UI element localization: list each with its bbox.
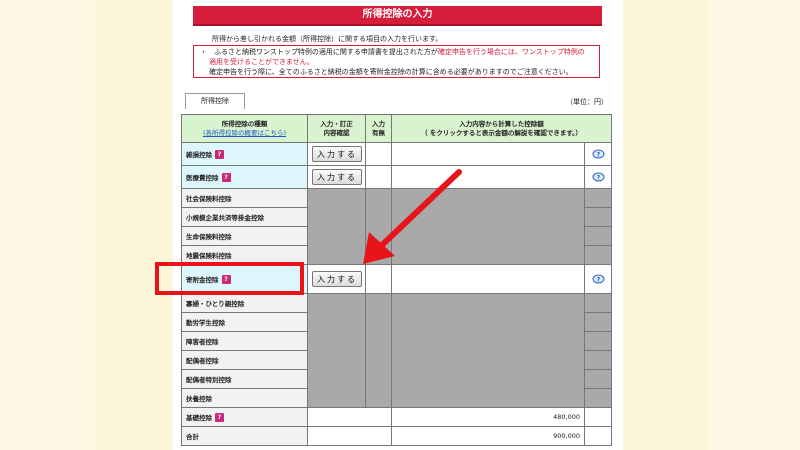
table-row: 寡婦・ひとり親控除 <box>181 293 612 408</box>
unit-label: （単位：円） <box>566 98 608 106</box>
table-row: 医療費控除? 入力する ? <box>181 165 612 189</box>
row-label: 勤労学生控除 <box>181 312 308 332</box>
header-type: 所得控除の種類 (各所得控除の概要はこちら) <box>181 114 308 143</box>
row-label: 合計 <box>181 426 308 446</box>
help-icon[interactable]: ? <box>221 173 231 183</box>
table-row: 雑損控除? 入力する ? <box>181 142 612 166</box>
table-row-total: 合計 900,000 <box>181 426 612 446</box>
tab-deductions[interactable]: 所得控除 <box>185 93 245 109</box>
input-button-donation[interactable]: 入力する <box>312 271 362 287</box>
deduction-overview-link[interactable]: (各所得控除の概要はこちら) <box>203 129 286 137</box>
row-label: 扶養控除 <box>181 388 308 408</box>
explanation-icon[interactable]: ? <box>592 149 605 159</box>
header-amount: 入力内容から計算した控除額 （ をクリックすると表示金額の解説を確認できます。） <box>391 114 612 143</box>
explanation-icon[interactable]: ? <box>592 274 605 284</box>
svg-text:?: ? <box>596 151 600 158</box>
row-label: 配偶者特別控除 <box>181 369 308 389</box>
header-input: 入力・訂正 内容確認 <box>307 114 366 143</box>
input-button-zasson[interactable]: 入力する <box>312 146 362 162</box>
row-label: 医療費控除? <box>181 165 308 189</box>
row-label: 社会保険料控除 <box>181 188 308 208</box>
help-icon[interactable]: ? <box>221 275 231 285</box>
explanation-icon[interactable]: ? <box>592 172 605 182</box>
page-title: 所得控除の入力 <box>193 6 602 26</box>
row-label: 生命保険料控除 <box>181 226 308 246</box>
notice-line1-red: 確定申告を行う場合には、ワンストップ特例の <box>437 48 585 56</box>
table-row-donation: 寄附金控除? 入力する ? <box>181 264 612 294</box>
basic-deduction-amount: 480,000 <box>391 407 585 427</box>
row-label: 基礎控除? <box>181 407 308 427</box>
row-label: 寄附金控除? <box>181 264 308 294</box>
right-margin <box>623 0 708 450</box>
row-label: 障害者控除 <box>181 331 308 351</box>
help-icon[interactable]: ? <box>215 150 224 160</box>
table-header-row: 所得控除の種類 (各所得控除の概要はこちら) 入力・訂正 内容確認 入力 有無 … <box>181 114 612 143</box>
row-label: 雑損控除? <box>181 142 308 166</box>
notice-line2: 適用を受けることができません。 <box>209 58 314 66</box>
notice-line1-black: ・ ふるさと納税ワンストップ特例の適用に関する申請書を提出された方が <box>200 48 438 56</box>
notice-box: ・ ふるさと納税ワンストップ特例の適用に関する申請書を提出された方が確定申告を行… <box>193 45 600 78</box>
row-label: 小規模企業共済等掛金控除 <box>181 207 308 227</box>
input-button-medical[interactable]: 入力する <box>312 169 362 185</box>
deduction-table: 所得控除の種類 (各所得控除の概要はこちら) 入力・訂正 内容確認 入力 有無 … <box>181 114 612 446</box>
row-label: 寡婦・ひとり親控除 <box>181 293 308 313</box>
help-icon[interactable]: ? <box>215 413 224 423</box>
total-amount: 900,000 <box>391 426 585 446</box>
table-row: 社会保険料控除 <box>181 188 612 265</box>
header-status: 入力 有無 <box>365 114 392 143</box>
intro-text: 所得から差し引かれる金額（所得控除）に関する項目の入力を行います。 <box>212 35 443 43</box>
left-margin <box>95 0 173 450</box>
svg-text:?: ? <box>596 276 600 283</box>
table-row-basic: 基礎控除? 480,000 <box>181 407 612 427</box>
notice-line3: 確定申告を行う際に、全てのふるさと納税の金額を寄附金控除の計算に含める必要があり… <box>209 68 573 76</box>
svg-text:?: ? <box>596 174 600 181</box>
row-label: 地震保険料控除 <box>181 245 308 265</box>
row-label: 配偶者控除 <box>181 350 308 370</box>
